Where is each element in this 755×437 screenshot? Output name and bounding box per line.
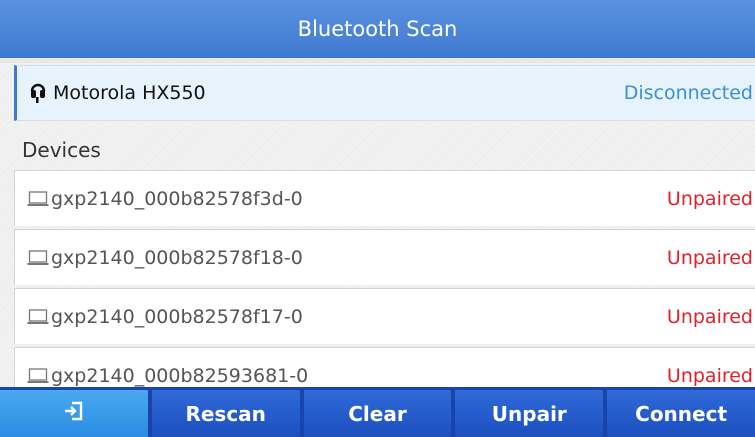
connect-button[interactable]: Connect	[607, 390, 755, 437]
device-name: gxp2140_000b82593681-0	[51, 364, 309, 387]
back-button[interactable]	[0, 390, 148, 437]
headset-name: Motorola HX550	[53, 82, 206, 104]
title-bar: Bluetooth Scan	[0, 0, 755, 58]
bottom-toolbar: Rescan Clear Unpair Connect	[0, 387, 755, 437]
device-status: Unpaired	[666, 364, 753, 387]
device-row[interactable]: gxp2140_000b82578f18-0 Unpaired	[14, 229, 755, 285]
device-list: gxp2140_000b82578f3d-0 Unpaired gxp2140_…	[14, 170, 755, 406]
devices-section-title: Devices	[22, 138, 101, 162]
device-status: Unpaired	[666, 305, 753, 328]
page-title: Bluetooth Scan	[297, 17, 458, 41]
unpair-button[interactable]: Unpair	[455, 390, 604, 437]
device-row[interactable]: gxp2140_000b82578f17-0 Unpaired	[14, 288, 755, 344]
device-status: Unpaired	[666, 246, 753, 269]
device-name: gxp2140_000b82578f3d-0	[51, 187, 303, 210]
device-row[interactable]: gxp2140_000b82578f3d-0 Unpaired	[14, 170, 755, 226]
laptop-icon	[27, 367, 49, 385]
headset-icon	[29, 82, 47, 104]
device-name: gxp2140_000b82578f17-0	[51, 305, 303, 328]
laptop-icon	[27, 308, 49, 326]
headset-row[interactable]: Motorola HX550 Disconnected	[14, 65, 755, 121]
headset-status: Disconnected	[623, 82, 753, 104]
laptop-icon	[27, 190, 49, 208]
exit-icon	[63, 400, 85, 427]
device-name: gxp2140_000b82578f18-0	[51, 246, 303, 269]
headset-label-group: Motorola HX550	[29, 82, 206, 104]
rescan-button[interactable]: Rescan	[151, 390, 300, 437]
device-status: Unpaired	[666, 187, 753, 210]
laptop-icon	[27, 249, 49, 267]
title-divider	[0, 58, 755, 63]
clear-button[interactable]: Clear	[303, 390, 452, 437]
